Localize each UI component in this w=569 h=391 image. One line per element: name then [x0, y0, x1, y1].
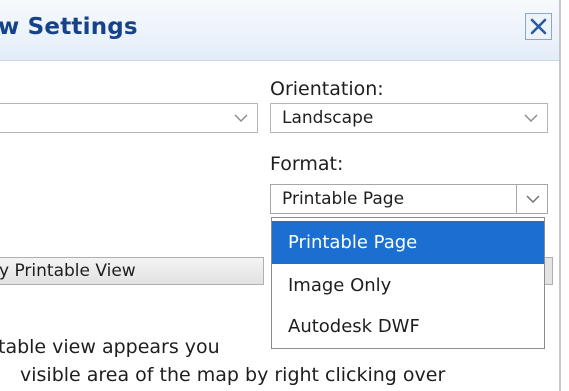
format-option-autodesk-dwf[interactable]: Autodesk DWF: [272, 305, 544, 348]
chevron-down-icon: [526, 195, 540, 203]
right-side-button[interactable]: [545, 257, 553, 285]
close-button[interactable]: [525, 13, 552, 40]
printable-view-button-label: y Printable View: [0, 261, 136, 281]
print-settings-dialog: w Settings Orientation: Landscape Format…: [0, 0, 561, 391]
format-label: Format:: [270, 153, 344, 175]
orientation-label: Orientation:: [270, 78, 384, 100]
chevron-down-icon: [524, 114, 538, 122]
orientation-select[interactable]: Landscape: [270, 103, 548, 133]
help-text-line-2: visible area of the map by right clickin…: [20, 364, 446, 386]
close-icon: [530, 18, 547, 35]
format-option-printable-page[interactable]: Printable Page: [272, 221, 544, 264]
format-option-image-only[interactable]: Image Only: [272, 264, 544, 307]
dialog-title: w Settings: [0, 14, 138, 40]
left-select[interactable]: [0, 103, 258, 133]
dialog-titlebar: w Settings: [0, 0, 559, 61]
format-value: Printable Page: [282, 189, 405, 209]
format-dropdown-button[interactable]: [516, 184, 548, 214]
help-text-line-1: table view appears you: [0, 336, 220, 358]
orientation-value: Landscape: [282, 108, 374, 128]
printable-view-button[interactable]: y Printable View: [0, 257, 264, 285]
format-select[interactable]: Printable Page: [270, 184, 548, 214]
chevron-down-icon: [234, 114, 248, 122]
format-dropdown-list: Printable Page Image Only Autodesk DWF: [271, 217, 545, 349]
